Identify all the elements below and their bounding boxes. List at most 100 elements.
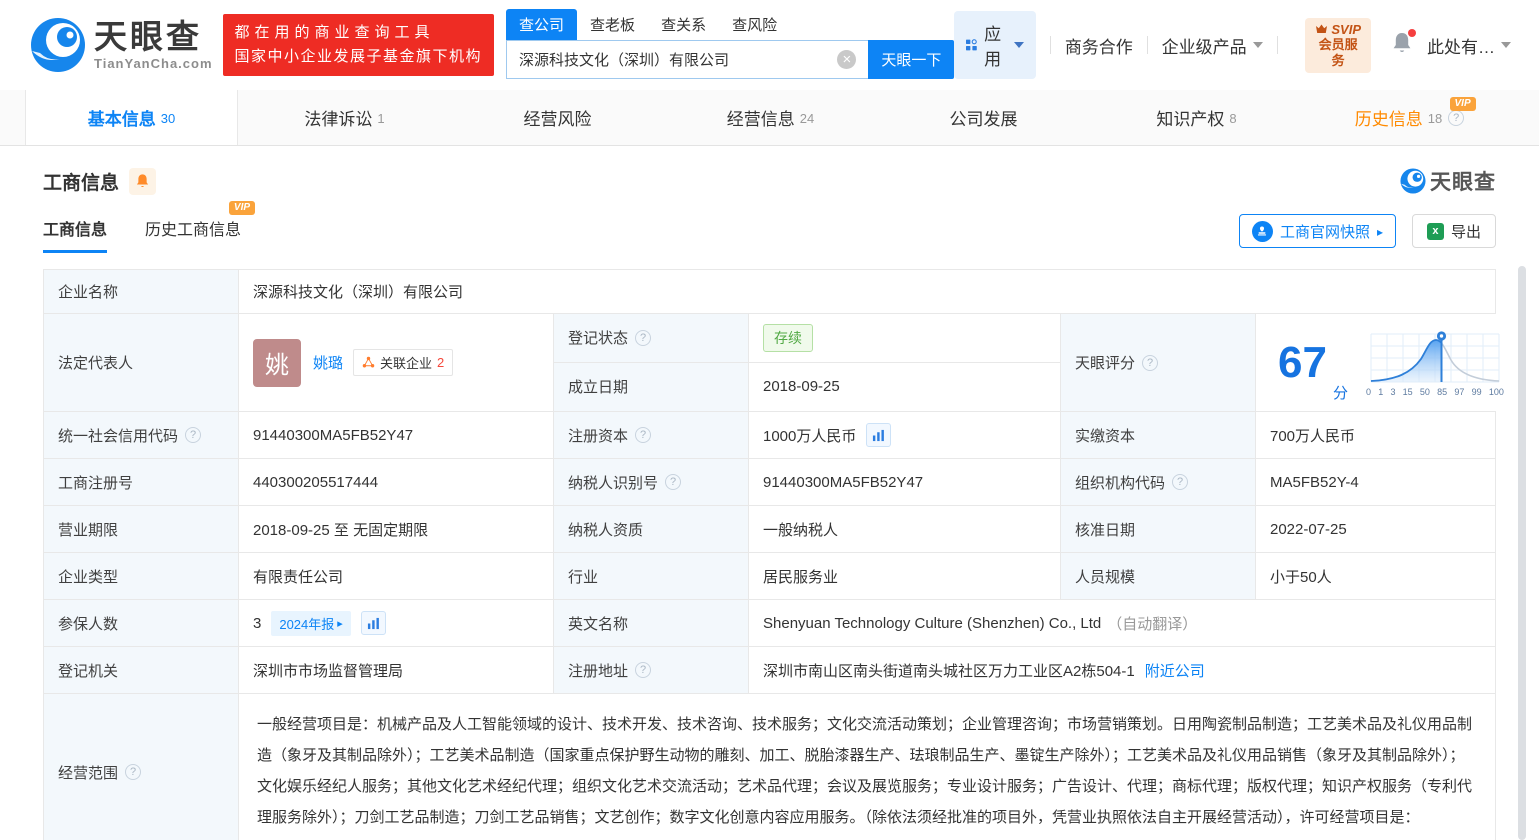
reg-status-label: 登记状态 <box>554 314 749 362</box>
company-name-label: 企业名称 <box>44 270 239 313</box>
search-tab-relation[interactable]: 查关系 <box>648 9 719 40</box>
apps-grid-icon <box>966 39 978 51</box>
help-icon[interactable] <box>1142 354 1159 371</box>
help-icon[interactable] <box>635 662 652 678</box>
address-label: 注册地址 <box>554 647 749 693</box>
tianyancha-logo[interactable]: 天眼查 TianYanCha.com <box>30 17 213 73</box>
crown-icon <box>1316 24 1328 33</box>
bell-icon <box>136 174 149 187</box>
help-icon[interactable] <box>635 329 652 346</box>
subtab-business-info[interactable]: 工商信息 <box>43 216 108 253</box>
search-button[interactable]: 天眼一下 <box>868 40 955 79</box>
tab-legal-litigation[interactable]: 法律诉讼 1 <box>238 90 451 145</box>
official-snapshot-button[interactable]: 工商官网快照 <box>1238 214 1396 248</box>
table-row: 营业期限 2018-09-25 至 无固定期限 纳税人资质 一般纳税人 核准日期… <box>44 506 1495 553</box>
legal-rep-value: 姚 姚璐 关联企业 2 <box>239 314 554 411</box>
capital-chart-icon[interactable] <box>866 423 892 447</box>
search-input[interactable] <box>506 40 869 79</box>
chevron-down-icon <box>1501 42 1511 48</box>
network-icon <box>362 356 375 368</box>
search-tabs: 查公司 查老板 查关系 查风险 <box>506 9 954 40</box>
industry-value: 居民服务业 <box>749 553 1061 599</box>
table-row: 工商注册号 440300205517444 纳税人识别号 91440300MA5… <box>44 459 1495 506</box>
enterprise-products-menu[interactable]: 企业级产品 <box>1162 33 1263 58</box>
tab-basic-info[interactable]: 基本信息 30 <box>25 90 238 145</box>
reg-authority-value: 深圳市市场监督管理局 <box>239 647 554 693</box>
org-code-value: MA5FB52Y-4 <box>1256 459 1495 505</box>
establish-date-value: 2018-09-25 <box>749 362 1061 411</box>
related-companies-badge[interactable]: 关联企业 2 <box>353 349 454 376</box>
search-tab-company[interactable]: 查公司 <box>506 9 578 40</box>
help-icon[interactable] <box>665 474 682 490</box>
user-menu[interactable]: 此处有… <box>1427 33 1511 58</box>
paid-capital-value: 700万人民币 <box>1256 412 1495 458</box>
help-icon[interactable] <box>635 427 652 443</box>
subtab-history-business-info[interactable]: VIP 历史工商信息 <box>145 200 256 253</box>
logo-brand-text: 天眼查 <box>94 17 202 55</box>
apps-label: 应用 <box>984 25 1002 69</box>
header-right-nav: 应用 商务合作 企业级产品 SVIP 会员服务 此处有… <box>954 11 1511 79</box>
org-code-label: 组织机构代码 <box>1061 459 1256 505</box>
annual-report-badge[interactable]: 2024年报 <box>271 610 351 636</box>
tab-operating-info[interactable]: 经营信息 24 <box>664 90 877 145</box>
scrollbar[interactable] <box>1518 266 1526 840</box>
help-icon[interactable] <box>1448 109 1465 126</box>
chevron-down-icon <box>1252 42 1263 48</box>
reg-status-value: 存续 <box>749 314 1061 362</box>
tyc-score-value[interactable]: 67 分 0 1 3 15 50 85 97 99 100 <box>1256 314 1518 411</box>
credit-code-value: 91440300MA5FB52Y47 <box>239 412 554 458</box>
business-info-subrow: 工商信息 VIP 历史工商信息 工商官网快照 导出 <box>0 196 1539 254</box>
tianyancha-watermark: 天眼查 <box>1400 166 1496 196</box>
score-axis-ticks: 0 1 3 15 50 85 97 99 100 <box>1365 386 1504 397</box>
search-tab-boss[interactable]: 查老板 <box>577 9 648 40</box>
english-name-label: 英文名称 <box>554 600 749 646</box>
company-type-label: 企业类型 <box>44 553 239 599</box>
help-icon[interactable] <box>185 427 202 443</box>
table-row: 经营范围 一般经营项目是：机械产品及人工智能领域的设计、技术开发、技术咨询、技术… <box>44 694 1495 840</box>
tab-history-info[interactable]: VIP 历史信息 18 <box>1303 90 1516 145</box>
search-tab-risk[interactable]: 查风险 <box>719 9 790 40</box>
taxpayer-quality-label: 纳税人资质 <box>554 506 749 552</box>
business-scope-label: 经营范围 <box>44 694 239 840</box>
business-term-label: 营业期限 <box>44 506 239 552</box>
svip-member-button[interactable]: SVIP 会员服务 <box>1305 17 1371 73</box>
slogan-banner: 都在用的商业查询工具 国家中小企业发展子基金旗下机构 <box>222 14 495 76</box>
logo-swirl-icon <box>31 18 85 72</box>
tab-company-development[interactable]: 公司发展 <box>877 90 1090 145</box>
arrow-right-icon <box>1377 223 1383 240</box>
paid-capital-label: 实缴资本 <box>1061 412 1256 458</box>
insured-chart-icon[interactable] <box>360 611 386 635</box>
approval-date-label: 核准日期 <box>1061 506 1256 552</box>
score-distribution-chart: 0 1 3 15 50 85 97 99 100 <box>1366 329 1504 397</box>
approval-date-value: 2022-07-25 <box>1256 506 1495 552</box>
biz-cooperation-link[interactable]: 商务合作 <box>1065 33 1133 58</box>
export-button[interactable]: 导出 <box>1411 214 1496 248</box>
business-info-header: 工商信息 天眼查 <box>0 146 1539 196</box>
help-icon[interactable] <box>1172 474 1189 490</box>
avatar[interactable]: 姚 <box>253 338 301 387</box>
monitor-bell-button[interactable] <box>129 167 157 195</box>
credit-code-label: 统一社会信用代码 <box>44 412 239 458</box>
table-row: 参保人数 3 2024年报 英文名称 Shenyuan Technology C… <box>44 600 1495 647</box>
tab-intellectual-property[interactable]: 知识产权 8 <box>1090 90 1303 145</box>
taxpayer-id-label: 纳税人识别号 <box>554 459 749 505</box>
address-value: 深圳市南山区南头街道南头城社区万力工业区A2栋504-1 附近公司 <box>749 647 1495 693</box>
table-row: 法定代表人 姚 姚璐 关联企业 2 登记状态 ? 存续 成立日期 2018-09… <box>44 314 1518 412</box>
business-info-table: 企业名称 深源科技文化（深圳）有限公司 法定代表人 姚 姚璐 关联企业 2 登记… <box>43 269 1518 840</box>
business-term-value: 2018-09-25 至 无固定期限 <box>239 506 554 552</box>
vip-badge: VIP <box>228 200 256 215</box>
tab-operating-risk[interactable]: 经营风险 <box>451 90 664 145</box>
reg-capital-value: 1000万人民币 <box>749 412 1061 458</box>
notifications-button[interactable] <box>1391 28 1416 60</box>
chevron-down-icon <box>1014 42 1025 48</box>
nearby-companies-link[interactable]: 附近公司 <box>1145 660 1205 681</box>
taxpayer-id-value: 91440300MA5FB52Y47 <box>749 459 1061 505</box>
logo-swirl-icon <box>1400 168 1426 194</box>
apps-menu[interactable]: 应用 <box>954 11 1037 79</box>
tyc-score-label: 天眼评分 <box>1061 314 1256 411</box>
company-section-tabs: 基本信息 30 法律诉讼 1 经营风险 经营信息 24 公司发展 知识产权 8 … <box>0 90 1539 146</box>
reg-capital-label: 注册资本 <box>554 412 749 458</box>
legal-rep-link[interactable]: 姚璐 <box>313 352 343 373</box>
help-icon[interactable] <box>125 764 142 780</box>
status-badge: 存续 <box>763 323 813 352</box>
